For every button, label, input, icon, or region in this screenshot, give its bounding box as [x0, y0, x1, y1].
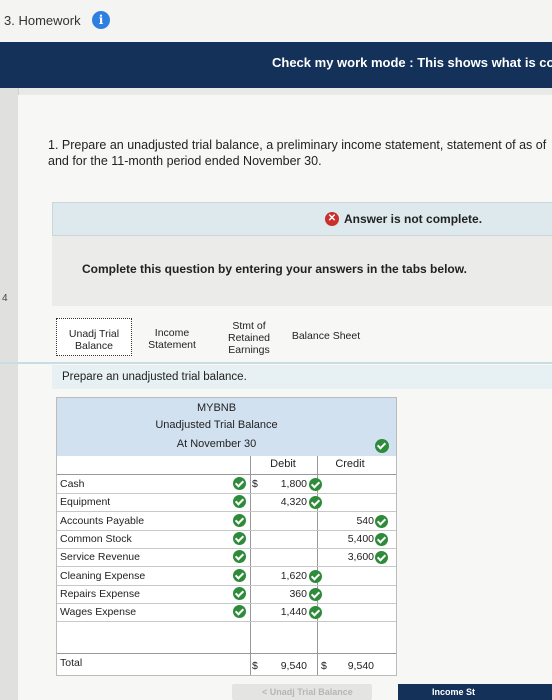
tab-divider	[0, 362, 552, 364]
check-icon	[233, 531, 246, 545]
worksheet-heading: MYBNB Unadjusted Trial Balance At Novemb…	[57, 398, 396, 456]
answer-status-bar: ✕ Answer is not complete.	[52, 202, 552, 236]
account-name[interactable]: Accounts Payable	[60, 515, 144, 527]
total-debit[interactable]: 9,540	[253, 660, 307, 672]
check-icon	[309, 496, 322, 510]
column-headers: Debit Credit	[57, 456, 396, 475]
question-number[interactable]: 4	[2, 293, 8, 304]
account-name[interactable]: Equipment	[60, 496, 110, 508]
tab-label-line: Unadj Trial	[68, 328, 120, 340]
tab-label-line: Statement	[148, 339, 196, 351]
check-icon	[375, 551, 388, 565]
next-tab-label: Income St	[432, 687, 476, 697]
account-name[interactable]: Cleaning Expense	[60, 570, 145, 582]
check-icon	[375, 532, 388, 546]
tab-label-line: Stmt of	[232, 320, 266, 332]
table-row: Service Revenue 3,600	[57, 548, 396, 568]
credit-cell[interactable]: 3,600	[320, 551, 374, 563]
check-icon	[233, 495, 246, 509]
account-name[interactable]: Wages Expense	[60, 606, 136, 618]
worksheet-title: Unadjusted Trial Balance	[155, 419, 278, 431]
check-icon	[375, 514, 388, 528]
check-icon	[375, 439, 389, 453]
check-icon	[233, 568, 246, 582]
answer-status-text: Answer is not complete.	[344, 212, 483, 226]
check-icon	[233, 586, 246, 600]
homework-strip: 3. Homework i	[0, 0, 552, 43]
table-row: Common Stock 5,400	[57, 530, 396, 549]
x-icon: ✕	[325, 212, 339, 226]
debit-cell[interactable]: 360	[253, 588, 307, 600]
account-name[interactable]: Cash	[60, 478, 85, 490]
account-name[interactable]: Service Revenue	[60, 551, 140, 563]
check-icon	[309, 606, 322, 620]
table-row: Accounts Payable 540	[57, 512, 396, 531]
credit-cell[interactable]: 540	[320, 515, 374, 527]
tab-balance-sheet[interactable]: Balance Sheet	[286, 330, 366, 342]
debit-cell[interactable]: 4,320	[253, 496, 307, 508]
question-text: 1. Prepare an unadjusted trial balance, …	[48, 138, 547, 168]
tab-income-statement[interactable]: Income Statement	[140, 318, 204, 356]
check-icon	[309, 569, 322, 583]
company-name: MYBNB	[196, 402, 237, 414]
prev-tab-button[interactable]: < Unadj Trial Balance	[232, 684, 372, 700]
chevron-left-icon: <	[262, 687, 268, 697]
prompt-bar: Prepare an unadjusted trial balance.	[52, 365, 552, 389]
table-row: Cash $1,800	[57, 475, 396, 494]
check-icon	[233, 550, 246, 564]
instructions-box: Complete this question by entering your …	[52, 236, 552, 306]
info-icon[interactable]: i	[92, 11, 110, 29]
tab-label-line: Earnings	[228, 344, 270, 356]
table-row: Cleaning Expense 1,620	[57, 567, 396, 586]
check-icon	[233, 605, 246, 619]
table-row: Equipment 4,320	[57, 493, 396, 513]
tab-label-line: Income	[154, 327, 190, 339]
prev-tab-label: Unadj Trial Balance	[269, 687, 353, 697]
account-name[interactable]: Common Stock	[60, 533, 132, 545]
credit-cell[interactable]: 5,400	[320, 533, 374, 545]
check-icon	[309, 587, 322, 601]
check-my-work-header: Check my work mode : This shows what is …	[0, 42, 552, 88]
trial-balance-worksheet: MYBNB Unadjusted Trial Balance At Novemb…	[56, 397, 397, 676]
tab-label-line: Retained	[227, 332, 271, 344]
instructions-text: Complete this question by entering your …	[82, 262, 467, 276]
tab-label-line: Balance	[75, 340, 113, 352]
next-tab-button[interactable]: Income St	[398, 684, 552, 700]
tab-stmt-retained-earnings[interactable]: Stmt of Retained Earnings	[214, 320, 284, 360]
tab-unadj-trial-balance[interactable]: Unadj Trial Balance	[56, 318, 132, 356]
worksheet-date: At November 30	[176, 438, 257, 450]
debit-cell[interactable]: 1,620	[253, 570, 307, 582]
credit-header: Credit	[335, 458, 365, 470]
debit-cell[interactable]: 1,800	[253, 478, 307, 490]
header-text: Check my work mode : This shows what is …	[272, 55, 552, 70]
prompt-text: Prepare an unadjusted trial balance.	[62, 371, 247, 383]
debit-cell[interactable]: 1,440	[253, 606, 307, 618]
homework-title[interactable]: 3. Homework	[4, 13, 81, 28]
total-credit[interactable]: 9,540	[320, 660, 374, 672]
tab-label-line: Balance Sheet	[291, 330, 361, 342]
account-name[interactable]: Repairs Expense	[60, 588, 140, 600]
question-gutter: 4	[0, 88, 19, 700]
check-icon	[233, 513, 246, 527]
debit-header: Debit	[270, 458, 296, 470]
table-row: Repairs Expense 360	[57, 585, 396, 604]
check-icon	[309, 478, 322, 491]
table-row: Wages Expense 1,440	[57, 603, 396, 623]
total-row: Total $ 9,540 $ 9,540	[57, 653, 396, 676]
check-icon	[233, 477, 246, 490]
total-label: Total	[60, 657, 83, 669]
